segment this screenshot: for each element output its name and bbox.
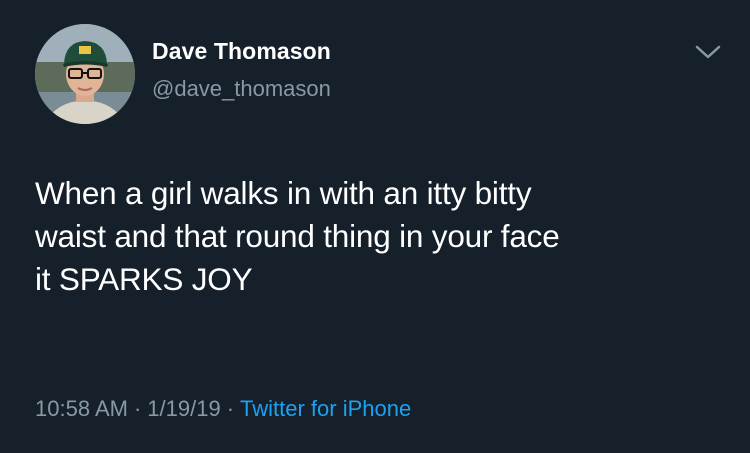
separator: · <box>226 396 235 421</box>
tweet-time[interactable]: 10:58 AM <box>35 396 128 421</box>
tweet-date[interactable]: 1/19/19 <box>147 396 220 421</box>
tweet-text-line: waist and that round thing in your face <box>35 218 560 254</box>
tweet-metadata: 10:58 AM · 1/19/19 · Twitter for iPhone <box>35 396 411 422</box>
chevron-down-icon[interactable] <box>694 41 722 63</box>
separator: · <box>133 396 142 421</box>
tweet-text-line: When a girl walks in with an itty bitty <box>35 175 532 211</box>
tweet-text-line: it SPARKS JOY <box>35 261 253 297</box>
tweet-text: When a girl walks in with an itty bitty … <box>35 172 725 301</box>
author-handle[interactable]: @dave_thomason <box>152 76 331 102</box>
tweet-card: Dave Thomason @dave_thomason When a girl… <box>0 0 750 453</box>
avatar-photo <box>35 24 135 124</box>
tweet-source-link[interactable]: Twitter for iPhone <box>240 396 411 421</box>
avatar[interactable] <box>35 24 135 124</box>
author-name[interactable]: Dave Thomason <box>152 38 331 65</box>
